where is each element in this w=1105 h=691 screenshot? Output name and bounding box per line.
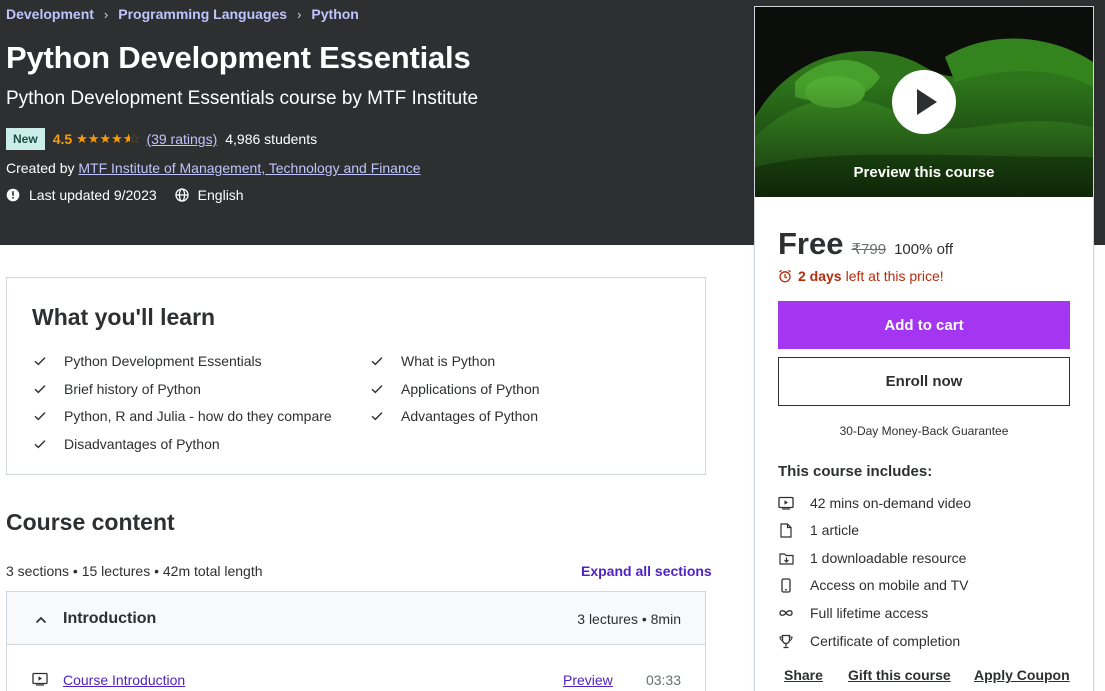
created-by: Created by MTF Institute of Management, … bbox=[6, 160, 421, 176]
includes-text: Full lifetime access bbox=[810, 605, 929, 621]
check-icon bbox=[371, 411, 385, 421]
discount-percent: 100% off bbox=[894, 241, 954, 258]
includes-text: 1 downloadable resource bbox=[810, 550, 967, 566]
learn-item-text: Brief history of Python bbox=[64, 381, 201, 397]
learn-item-text: Advantages of Python bbox=[401, 408, 538, 424]
new-badge: New bbox=[6, 128, 45, 150]
add-to-cart-button[interactable]: Add to cart bbox=[778, 301, 1070, 349]
expand-all-sections-button[interactable]: Expand all sections bbox=[581, 563, 712, 579]
learn-item: Python Development Essentials bbox=[34, 353, 262, 369]
lecture-link[interactable]: Course Introduction bbox=[63, 672, 185, 688]
includes-text: 42 mins on-demand video bbox=[810, 495, 972, 511]
section-header[interactable]: Introduction 3 lectures • 8min bbox=[7, 592, 705, 645]
play-button[interactable] bbox=[892, 70, 956, 134]
check-icon bbox=[371, 356, 385, 366]
learn-item: Advantages of Python bbox=[371, 408, 538, 424]
file-icon bbox=[778, 522, 794, 538]
rating-row: New 4.5 ★★★★★☆ (39 ratings) 4,986 studen… bbox=[6, 128, 317, 150]
mobile-icon bbox=[778, 577, 794, 593]
share-button[interactable]: Share bbox=[784, 667, 823, 683]
learn-item-text: Disadvantages of Python bbox=[64, 436, 220, 452]
timer-days: 2 days bbox=[798, 268, 842, 284]
check-icon bbox=[34, 356, 48, 366]
learn-item: Brief history of Python bbox=[34, 381, 201, 397]
price-row: Free ₹799 100% off bbox=[778, 226, 953, 262]
includes-item: Full lifetime access bbox=[778, 605, 928, 621]
what-youll-learn-box: What you'll learn Python Development Ess… bbox=[6, 277, 706, 475]
learn-item: Disadvantages of Python bbox=[34, 436, 220, 452]
includes-text: Certificate of completion bbox=[810, 633, 961, 649]
lecture-row: Course Introduction Preview 03:33 bbox=[7, 664, 705, 691]
apply-coupon-button[interactable]: Apply Coupon bbox=[974, 667, 1070, 683]
check-icon bbox=[34, 384, 48, 394]
course-subtitle: Python Development Essentials course by … bbox=[6, 88, 479, 109]
chevron-right-icon: › bbox=[103, 6, 109, 22]
created-by-label: Created by bbox=[6, 160, 75, 176]
curriculum-section: Introduction 3 lectures • 8min Course In… bbox=[6, 591, 706, 691]
includes-item: 42 mins on-demand video bbox=[778, 495, 971, 511]
breadcrumb-programming-languages[interactable]: Programming Languages bbox=[118, 6, 287, 22]
includes-item: 1 article bbox=[778, 522, 859, 538]
includes-text: 1 article bbox=[810, 522, 860, 538]
breadcrumb-python[interactable]: Python bbox=[311, 6, 358, 22]
alert-badge-icon bbox=[6, 188, 20, 202]
learn-item-text: Applications of Python bbox=[401, 381, 540, 397]
globe-icon bbox=[175, 188, 189, 202]
current-price: Free bbox=[778, 226, 844, 261]
lecture-preview-link[interactable]: Preview bbox=[563, 672, 613, 688]
learn-item: What is Python bbox=[371, 353, 495, 369]
meta-row: Last updated 9/2023 English bbox=[6, 187, 244, 203]
star-rating-icon: ★★★★★☆ bbox=[76, 131, 141, 146]
check-icon bbox=[34, 411, 48, 421]
section-stats: 3 lectures • 8min bbox=[577, 611, 681, 627]
ratings-count-link[interactable]: (39 ratings) bbox=[146, 131, 217, 147]
rating-value: 4.5 bbox=[52, 131, 73, 147]
check-icon bbox=[34, 439, 48, 449]
video-icon bbox=[778, 496, 794, 510]
timer-text: left at this price! bbox=[845, 268, 944, 284]
preview-label: Preview this course bbox=[853, 164, 995, 181]
breadcrumb: Development › Programming Languages › Py… bbox=[6, 6, 359, 22]
breadcrumb-development[interactable]: Development bbox=[6, 6, 94, 22]
instructor-link[interactable]: MTF Institute of Management, Technology … bbox=[78, 160, 420, 176]
infinity-icon bbox=[778, 608, 794, 618]
course-preview-video[interactable]: Preview this course bbox=[755, 7, 1093, 197]
learn-item: Applications of Python bbox=[371, 381, 540, 397]
gift-course-button[interactable]: Gift this course bbox=[848, 667, 951, 683]
download-icon bbox=[778, 551, 794, 565]
includes-item: 1 downloadable resource bbox=[778, 550, 966, 566]
includes-item: Certificate of completion bbox=[778, 633, 960, 649]
check-icon bbox=[371, 384, 385, 394]
course-content-stats: 3 sections • 15 lectures • 42m total len… bbox=[6, 563, 263, 579]
learn-item-text: What is Python bbox=[401, 353, 496, 369]
purchase-card: Preview this course Free ₹799 100% off 2… bbox=[754, 6, 1094, 691]
money-back-guarantee: 30-Day Money-Back Guarantee bbox=[839, 424, 1009, 438]
students-count: 4,986 students bbox=[225, 131, 318, 147]
section-name: Introduction bbox=[63, 610, 157, 627]
includes-text: Access on mobile and TV bbox=[810, 577, 969, 593]
lecture-duration: 03:33 bbox=[645, 672, 681, 688]
learn-item: Python, R and Julia - how do they compar… bbox=[34, 408, 332, 424]
course-content-title: Course content bbox=[6, 509, 175, 535]
includes-item: Access on mobile and TV bbox=[778, 577, 969, 593]
enroll-now-button[interactable]: Enroll now bbox=[778, 357, 1070, 406]
learn-title: What you'll learn bbox=[32, 304, 216, 330]
alarm-clock-icon bbox=[778, 269, 792, 283]
course-language: English bbox=[197, 187, 244, 203]
includes-title: This course includes: bbox=[778, 463, 933, 480]
chevron-up-icon bbox=[35, 611, 47, 629]
course-title: Python Development Essentials bbox=[6, 40, 471, 75]
trophy-icon bbox=[778, 634, 794, 649]
last-updated: Last updated 9/2023 bbox=[29, 187, 157, 203]
chevron-right-icon: › bbox=[297, 6, 302, 22]
video-icon bbox=[32, 672, 48, 689]
price-timer: 2 days left at this price! bbox=[778, 268, 944, 284]
learn-item-text: Python, R and Julia - how do they compar… bbox=[64, 408, 332, 424]
learn-item-text: Python Development Essentials bbox=[64, 353, 262, 369]
original-price: ₹799 bbox=[851, 241, 887, 258]
